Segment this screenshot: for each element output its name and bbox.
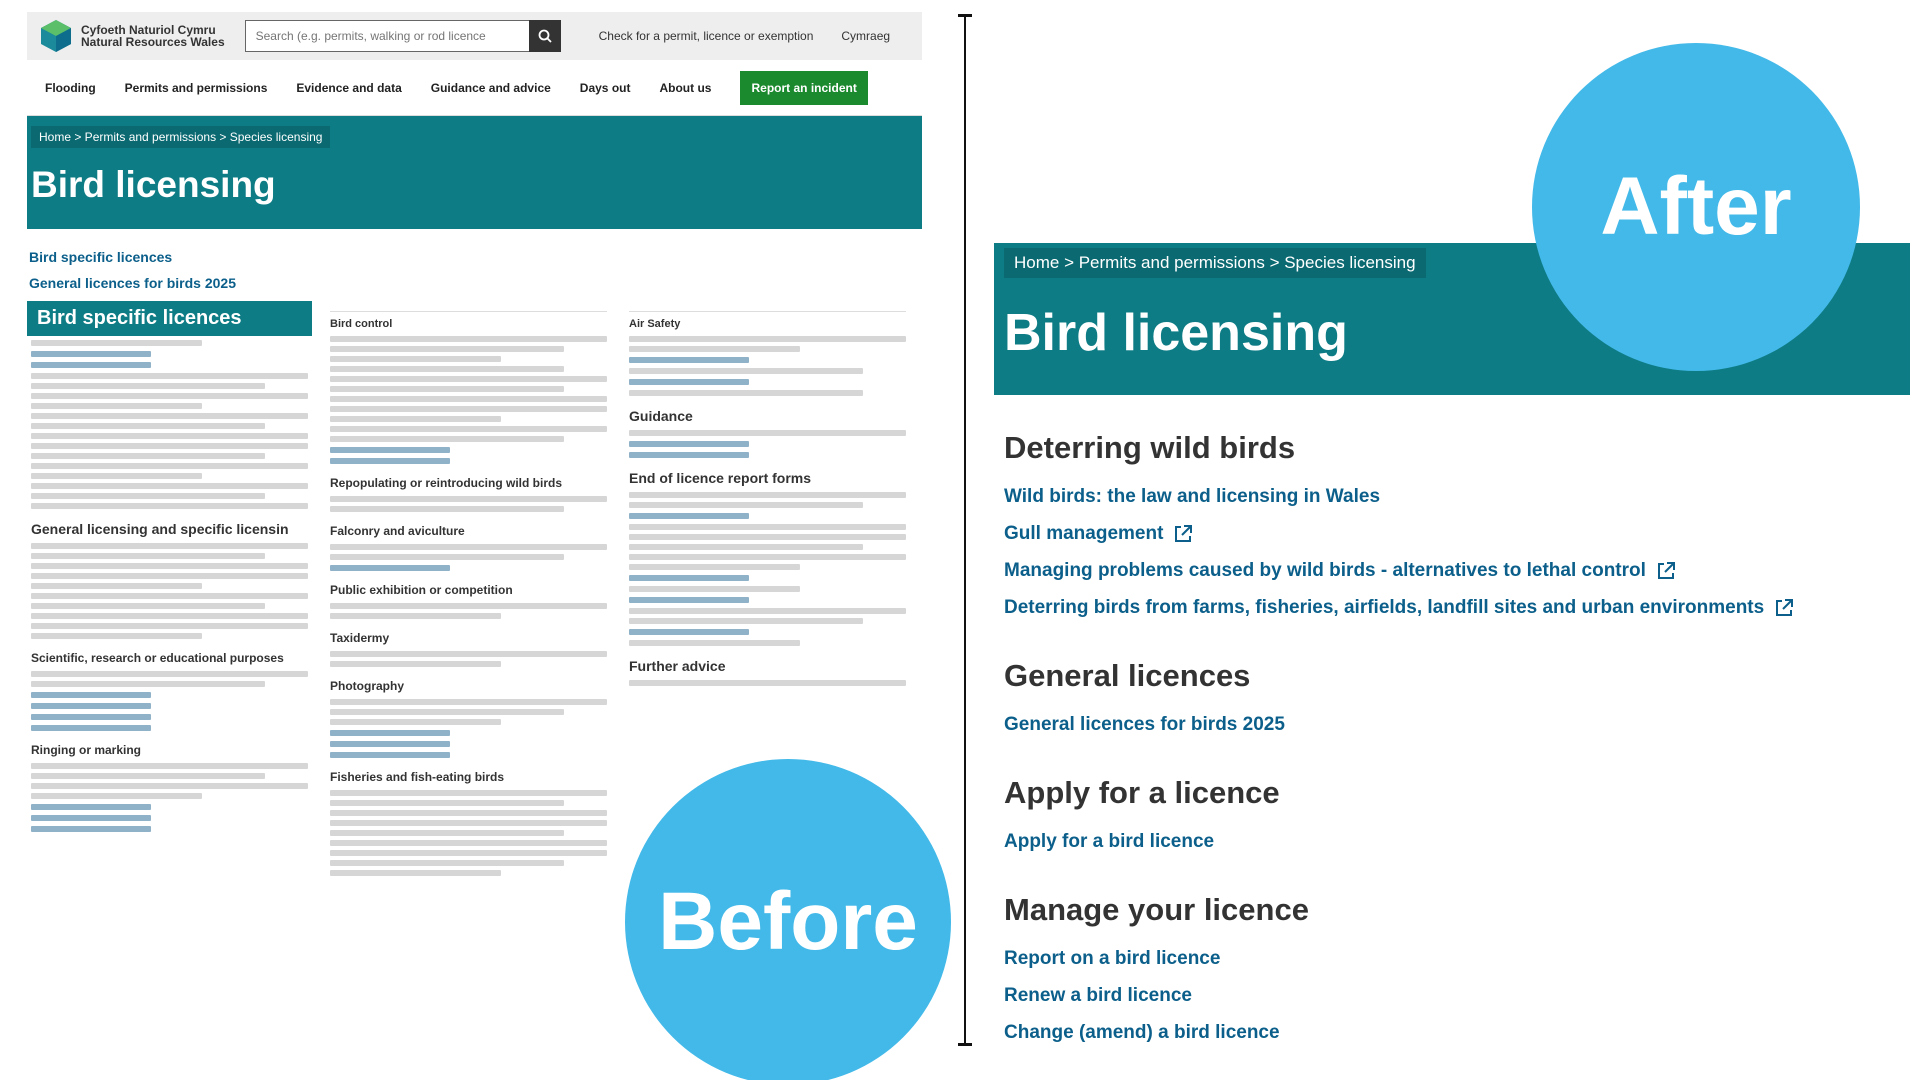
before-column-2: Bird control Repopulating or reintroduci… — [326, 301, 611, 880]
nav-evidence[interactable]: Evidence and data — [296, 81, 401, 95]
col2-subhead-1: Bird control — [330, 311, 607, 330]
search-icon — [538, 29, 552, 43]
link-apply[interactable]: Apply for a bird licence — [1004, 823, 1904, 860]
link-label: Apply for a bird licence — [1004, 830, 1215, 852]
search-button[interactable] — [528, 20, 561, 52]
before-page-title: Bird licensing — [31, 164, 276, 205]
col1-subhead-2: Scientific, research or educational purp… — [31, 651, 284, 665]
link-general-licences[interactable]: General licences for birds 2025 — [1004, 706, 1904, 743]
nav-permits[interactable]: Permits and permissions — [125, 81, 268, 95]
col1-subhead-1: General licensing and specific licensin — [31, 521, 289, 537]
link-label: Gull management — [1004, 522, 1164, 544]
col2-subhead-5: Taxidermy — [330, 631, 390, 645]
nav-guidance[interactable]: Guidance and advice — [431, 81, 551, 95]
section-heading: General licences — [1004, 658, 1251, 693]
before-badge: Before — [625, 759, 951, 1080]
nav-flooding[interactable]: Flooding — [45, 81, 96, 95]
main-nav: Flooding Permits and permissions Evidenc… — [27, 60, 922, 116]
link-label: Wild birds: the law and licensing in Wal… — [1004, 485, 1381, 507]
after-content: Deterring wild birds Wild birds: the law… — [1004, 430, 1904, 1080]
before-hero-banner: Home > Permits and permissions > Species… — [27, 116, 922, 229]
section-manage: Manage your licence Report on a bird lic… — [1004, 892, 1904, 1051]
before-breadcrumb[interactable]: Home > Permits and permissions > Species… — [31, 126, 331, 148]
logo-line-english: Natural Resources Wales — [81, 35, 225, 49]
col2-subhead-7: Fisheries and fish-eating birds — [330, 770, 505, 784]
comparison-canvas: Cyfoeth Naturiol Cymru Natural Resources… — [0, 0, 1920, 1080]
section-heading: Manage your licence — [1004, 892, 1309, 927]
check-permit-link[interactable]: Check for a permit, licence or exemption — [599, 29, 814, 43]
site-logo[interactable]: Cyfoeth Naturiol Cymru Natural Resources… — [39, 19, 225, 53]
nav-about[interactable]: About us — [659, 81, 711, 95]
after-badge: After — [1532, 43, 1860, 371]
before-after-divider — [958, 14, 972, 1046]
col3-subhead-1: Air Safety — [629, 311, 906, 330]
link-gull-management[interactable]: Gull management — [1004, 515, 1904, 552]
col2-subhead-3: Falconry and aviculture — [330, 524, 465, 538]
link-alternatives-lethal[interactable]: Managing problems caused by wild birds -… — [1004, 552, 1904, 589]
col1-heading: Bird specific licences — [27, 301, 312, 336]
quick-link-specific[interactable]: Bird specific licences — [29, 249, 920, 265]
col2-subhead-6: Photography — [330, 679, 404, 693]
nrw-logo-icon — [41, 20, 71, 52]
link-deterring-farms[interactable]: Deterring birds from farms, fisheries, a… — [1004, 589, 1904, 626]
before-quick-links: Bird specific licences General licences … — [27, 229, 922, 291]
section-deterring: Deterring wild birds Wild birds: the law… — [1004, 430, 1904, 626]
before-column-1: Bird specific licences General licensing… — [27, 301, 312, 880]
link-label: Report on a bird licence — [1004, 947, 1221, 969]
section-heading: Deterring wild birds — [1004, 430, 1296, 465]
link-label: Change (amend) a bird licence — [1004, 1021, 1280, 1043]
col3-subhead-3: End of licence report forms — [629, 470, 812, 486]
col2-subhead-4: Public exhibition or competition — [330, 583, 513, 597]
link-label: Deterring birds from farms, fisheries, a… — [1004, 596, 1765, 618]
nav-days-out[interactable]: Days out — [580, 81, 631, 95]
link-law-licensing[interactable]: Wild birds: the law and licensing in Wal… — [1004, 478, 1904, 515]
site-search — [244, 20, 561, 52]
col2-subhead-2: Repopulating or reintroducing wild birds — [330, 476, 562, 490]
report-incident-button[interactable]: Report an incident — [740, 70, 868, 105]
col3-subhead-2: Guidance — [629, 408, 693, 424]
quick-link-general[interactable]: General licences for birds 2025 — [29, 275, 920, 291]
link-report[interactable]: Report on a bird licence — [1004, 940, 1904, 977]
link-change[interactable]: Change (amend) a bird licence — [1004, 1014, 1904, 1051]
after-page-title: Bird licensing — [1004, 304, 1348, 362]
link-label: General licences for birds 2025 — [1004, 713, 1285, 735]
link-renew[interactable]: Renew a bird licence — [1004, 977, 1904, 1014]
external-link-icon — [1776, 598, 1794, 616]
col1-subhead-3: Ringing or marking — [31, 743, 142, 757]
language-toggle-link[interactable]: Cymraeg — [841, 29, 890, 43]
link-label: Managing problems caused by wild birds -… — [1004, 559, 1646, 581]
link-label: Renew a bird licence — [1004, 984, 1192, 1006]
section-general: General licences General licences for bi… — [1004, 658, 1904, 743]
site-topbar: Cyfoeth Naturiol Cymru Natural Resources… — [27, 12, 922, 60]
after-breadcrumb[interactable]: Home > Permits and permissions > Species… — [1004, 248, 1426, 278]
section-heading: Apply for a licence — [1004, 775, 1280, 810]
section-apply: Apply for a licence Apply for a bird lic… — [1004, 775, 1904, 860]
col3-subhead-4: Further advice — [629, 658, 726, 674]
external-link-icon — [1657, 561, 1675, 579]
search-input[interactable] — [244, 20, 529, 52]
external-link-icon — [1175, 524, 1193, 542]
